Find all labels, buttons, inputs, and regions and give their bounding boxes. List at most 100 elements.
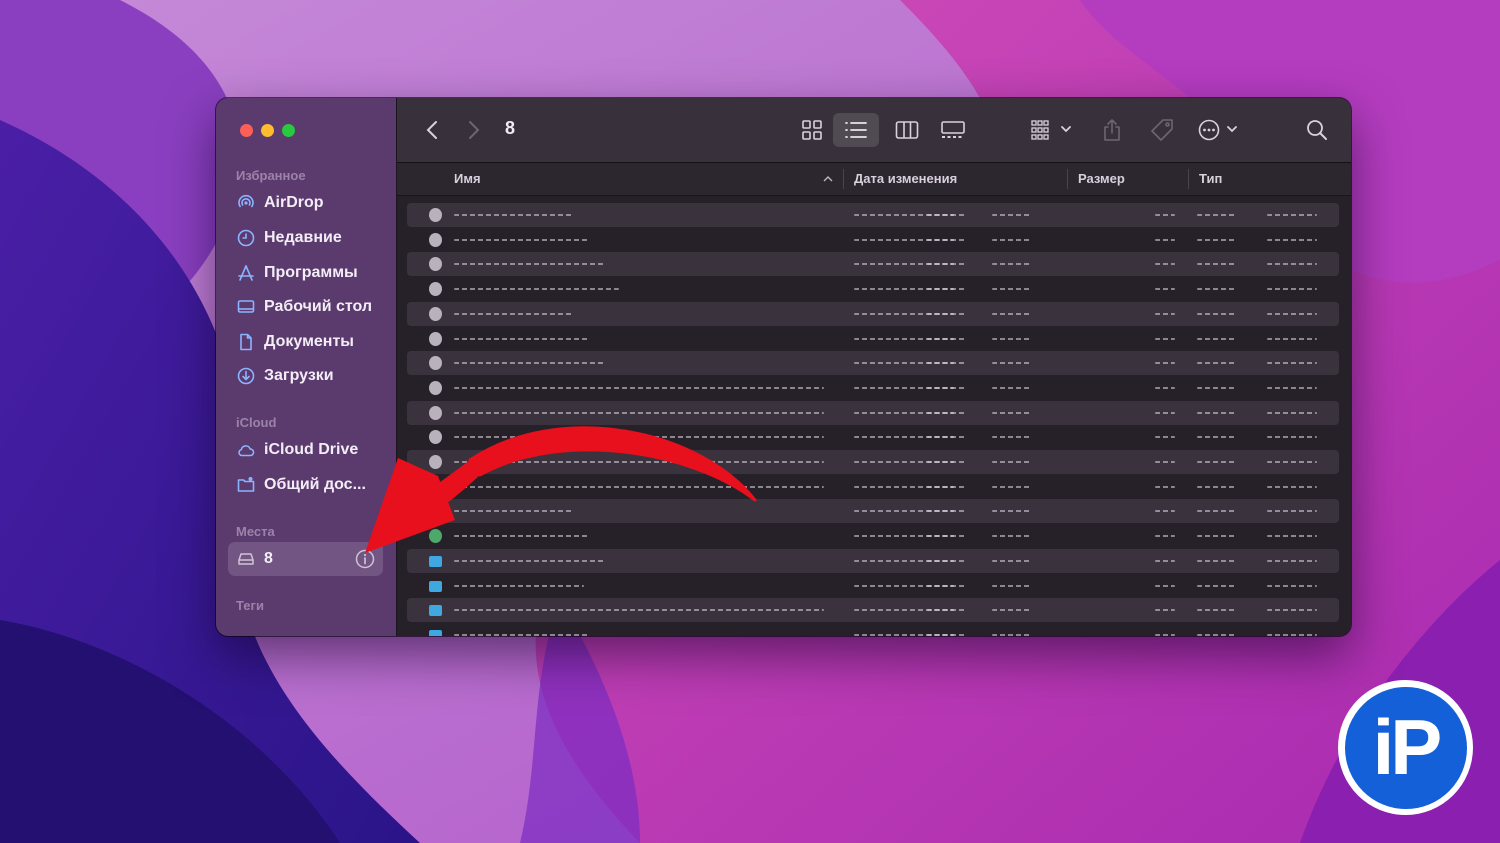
icon-view-button[interactable] [797, 117, 827, 143]
gallery-icon [941, 121, 965, 138]
favorites-header: Избранное [236, 168, 306, 183]
column-date-modified[interactable]: Дата изменения [854, 171, 957, 186]
search-icon [1307, 120, 1327, 140]
logo-text: iP [1344, 686, 1467, 809]
table-row[interactable] [407, 450, 1339, 474]
file-icon [429, 380, 442, 395]
file-icon [429, 282, 442, 297]
sidebar-item-shared[interactable]: Общий дос... [228, 470, 383, 500]
file-icon [429, 257, 442, 272]
sidebar-item-label: Рабочий стол [264, 298, 373, 315]
table-row[interactable] [407, 327, 1339, 351]
table-row[interactable] [407, 400, 1339, 425]
grid-icon [802, 120, 822, 140]
column-header: Имя Дата изменения Размер Тип [397, 163, 1351, 196]
document-icon [240, 333, 252, 351]
table-row[interactable] [407, 425, 1339, 449]
file-icon [429, 232, 442, 247]
sidebar-item-icloud-drive[interactable]: iCloud Drive [228, 435, 383, 465]
table-row[interactable] [407, 301, 1339, 326]
sidebar-item-downloads[interactable]: Загрузки [228, 361, 383, 391]
window-controls [240, 124, 295, 137]
table-row[interactable] [407, 499, 1339, 524]
file-icon [429, 306, 442, 321]
search-button[interactable] [1303, 117, 1331, 143]
sidebar-item-label: AirDrop [264, 194, 324, 211]
table-row[interactable] [407, 376, 1339, 400]
sidebar-item-label: Программы [264, 264, 358, 281]
window-title: 8 [505, 118, 516, 138]
clock-icon [237, 229, 255, 247]
download-icon [237, 367, 255, 385]
close-button[interactable] [240, 124, 253, 137]
columns-icon [895, 121, 919, 139]
sidebar-item-drive-8[interactable]: 8 [228, 542, 383, 576]
site-logo: iP [1338, 680, 1473, 815]
tag-button[interactable] [1147, 117, 1177, 143]
locations-header: Места [236, 524, 275, 539]
table-row[interactable] [407, 598, 1339, 623]
table-row[interactable] [407, 228, 1339, 252]
finder-window: Избранное AirDrop Недавние Программы Раб… [216, 98, 1351, 636]
forward-button[interactable] [463, 117, 485, 143]
tag-icon [1151, 119, 1173, 141]
column-kind[interactable]: Тип [1199, 171, 1222, 186]
table-row[interactable] [407, 524, 1339, 548]
file-icon [429, 529, 442, 544]
tags-header: Теги [236, 598, 264, 613]
sidebar-item-applications[interactable]: Программы [228, 258, 383, 288]
table-row[interactable] [407, 548, 1339, 573]
sidebar-item-label: Загрузки [264, 367, 334, 384]
ellipsis-circle-icon [1198, 119, 1237, 141]
applications-icon [238, 265, 254, 281]
folder-icon [429, 629, 442, 636]
group-menu-button[interactable] [1029, 117, 1077, 143]
icloud-header: iCloud [236, 415, 277, 430]
table-row[interactable] [407, 203, 1339, 227]
sidebar-item-airdrop[interactable]: AirDrop [228, 188, 383, 218]
table-row[interactable] [407, 277, 1339, 301]
file-icon [429, 331, 442, 346]
info-icon[interactable] [355, 549, 375, 569]
list-icon [845, 122, 867, 138]
share-icon [1104, 119, 1120, 141]
table-row[interactable] [407, 475, 1339, 499]
toolbar: 8 [397, 98, 1351, 163]
sidebar-item-documents[interactable]: Документы [228, 327, 383, 357]
sidebar-item-label: 8 [264, 550, 273, 567]
column-view-button[interactable] [891, 117, 923, 143]
gallery-view-button[interactable] [937, 117, 969, 143]
sidebar: Избранное AirDrop Недавние Программы Раб… [216, 98, 397, 636]
share-button[interactable] [1099, 117, 1125, 143]
sort-ascending-icon [823, 176, 833, 182]
folder-icon [429, 555, 442, 567]
table-row[interactable] [407, 623, 1339, 636]
desktop-icon [237, 300, 255, 313]
file-icon [429, 479, 442, 494]
sidebar-item-recents[interactable]: Недавние [228, 223, 383, 253]
file-icon [429, 455, 442, 469]
file-icon [429, 504, 442, 519]
minimize-button[interactable] [261, 124, 274, 137]
file-icon [429, 356, 442, 371]
group-icon [1031, 120, 1071, 140]
table-row[interactable] [407, 252, 1339, 277]
list-view-button[interactable] [833, 113, 879, 147]
column-name[interactable]: Имя [454, 171, 481, 186]
sidebar-item-label: Общий дос... [264, 476, 366, 493]
sidebar-item-label: Недавние [264, 229, 342, 246]
back-button[interactable] [421, 117, 443, 143]
file-list [407, 196, 1339, 636]
chevron-right-icon [469, 121, 480, 139]
column-size[interactable]: Размер [1078, 171, 1125, 186]
chevron-left-icon [426, 121, 437, 139]
more-actions-button[interactable] [1197, 117, 1245, 143]
shared-folder-icon [237, 477, 255, 492]
sidebar-item-desktop[interactable]: Рабочий стол [228, 292, 383, 322]
zoom-button[interactable] [282, 124, 295, 137]
folder-icon [429, 580, 442, 592]
table-row[interactable] [407, 574, 1339, 598]
file-icon [429, 208, 442, 222]
table-row[interactable] [407, 351, 1339, 376]
file-icon [429, 430, 442, 445]
